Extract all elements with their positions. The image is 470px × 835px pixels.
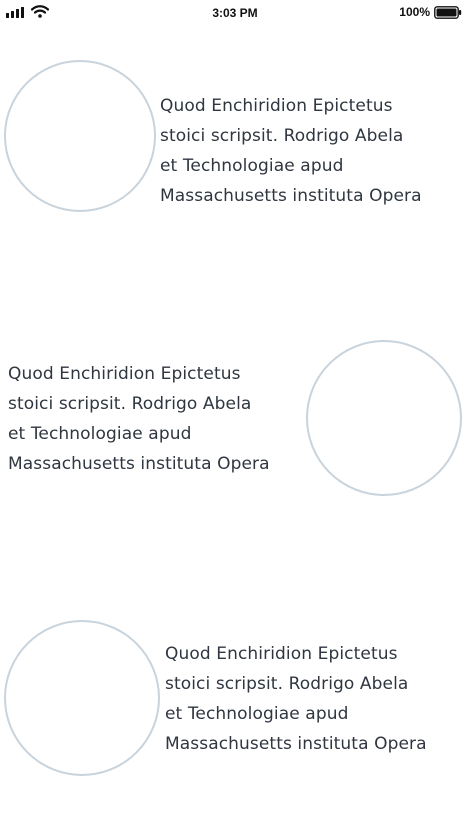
battery-percent: 100%	[399, 5, 430, 19]
status-bar: 3:03 PM 100%	[0, 0, 470, 28]
row-description: Quod Enchiridion Epictetus stoici scrips…	[8, 364, 270, 474]
circle-image-placeholder	[306, 340, 462, 496]
battery-fill	[436, 8, 457, 16]
circle-image-placeholder	[4, 60, 156, 212]
row-description: Quod Enchiridion Epictetus stoici scrips…	[160, 96, 422, 206]
status-right-group: 100%	[399, 5, 462, 19]
battery-icon	[434, 5, 462, 19]
row-description: Quod Enchiridion Epictetus stoici scrips…	[165, 644, 427, 754]
circle-image-placeholder	[4, 620, 160, 776]
